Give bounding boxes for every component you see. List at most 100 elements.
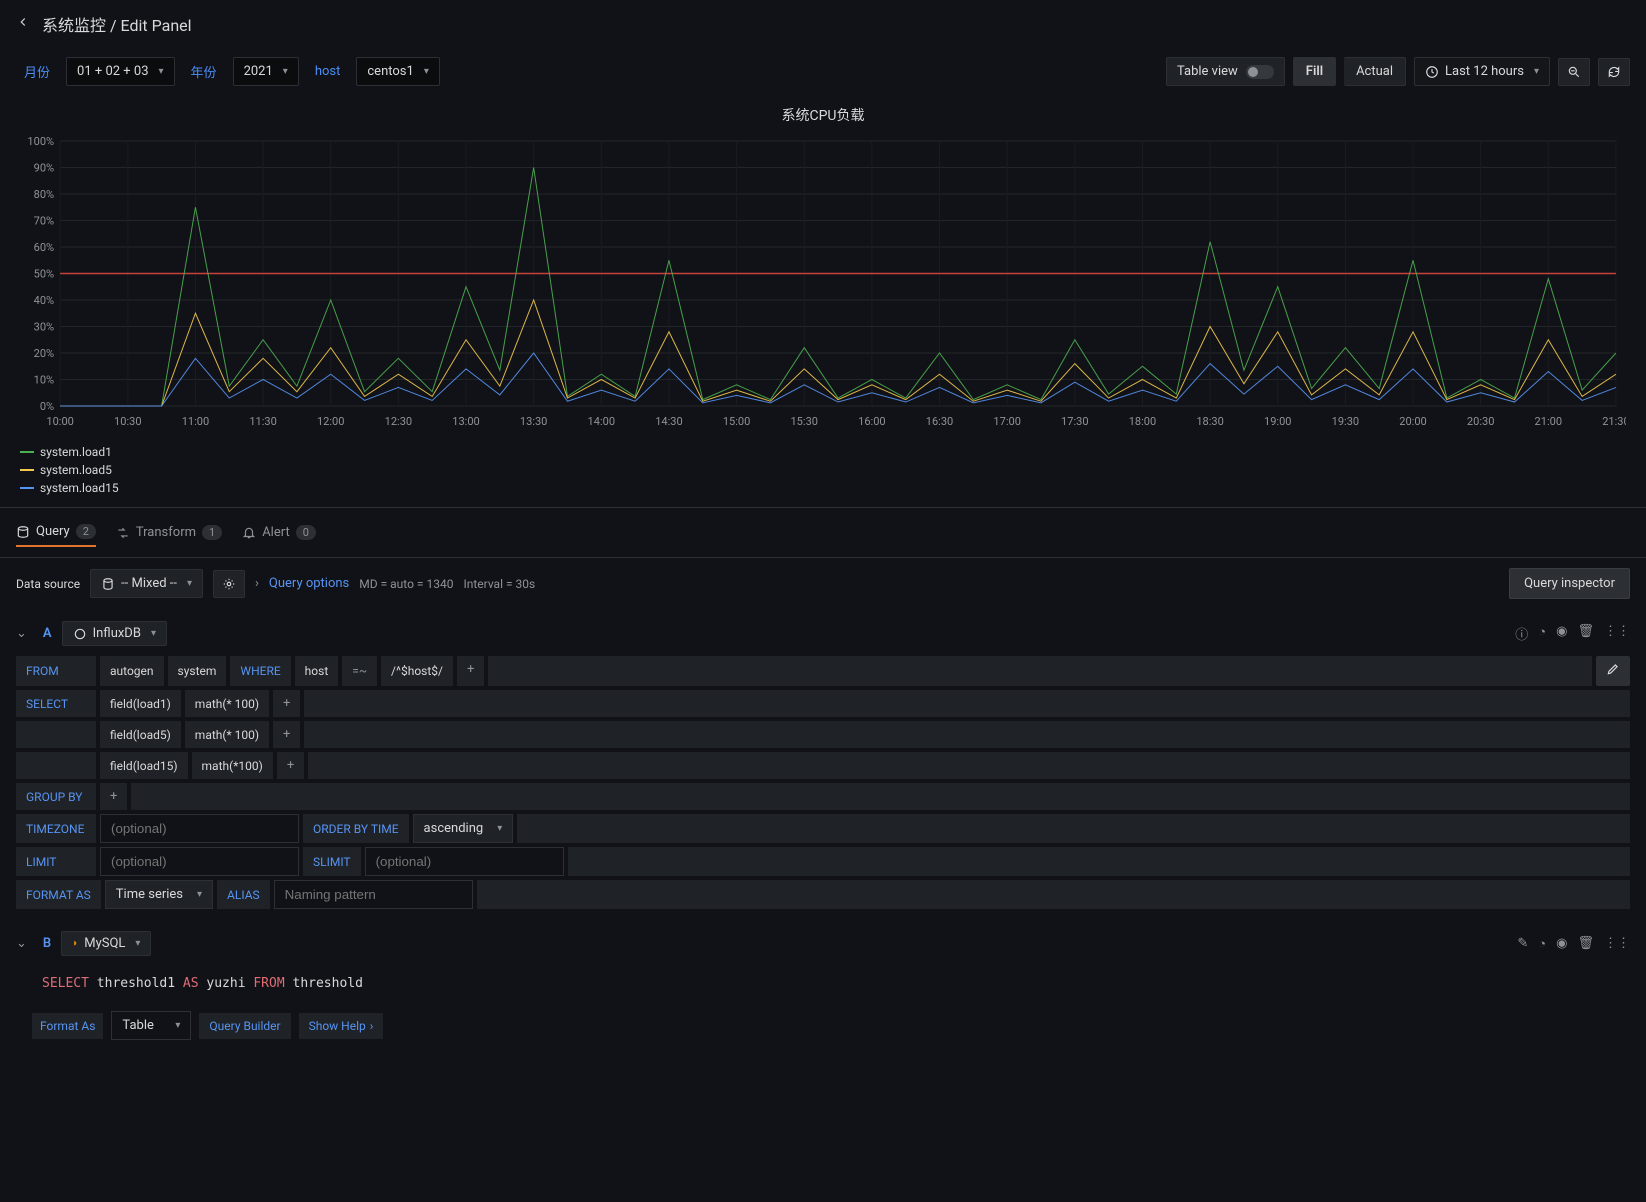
datasource-settings-button[interactable] bbox=[213, 570, 245, 598]
datasource-value: -- Mixed -- bbox=[121, 576, 177, 591]
where-segment[interactable]: /^$host$/ bbox=[381, 656, 453, 686]
svg-text:11:30: 11:30 bbox=[249, 415, 276, 428]
timezone-input[interactable] bbox=[100, 814, 299, 843]
collapse-toggle[interactable]: ⌄ bbox=[16, 936, 27, 951]
show-help-button[interactable]: Show Help › bbox=[299, 1013, 384, 1039]
select-segment[interactable]: math(* 100) bbox=[185, 690, 269, 717]
month-picker[interactable]: 01 + 02 + 03 ▾ bbox=[66, 57, 175, 86]
orderby-select[interactable]: ascending ▾ bbox=[413, 814, 514, 843]
from-segment[interactable]: system bbox=[168, 656, 227, 686]
eye-icon[interactable]: ◉ bbox=[1556, 936, 1567, 952]
chevron-down-icon: ▾ bbox=[175, 1020, 180, 1031]
alias-input[interactable] bbox=[274, 880, 473, 909]
clock-icon[interactable]: ◔ bbox=[1538, 936, 1546, 952]
query-a-datasource[interactable]: InfluxDB ▾ bbox=[62, 621, 167, 646]
back-arrow-icon[interactable] bbox=[16, 15, 30, 33]
sql-editor[interactable]: SELECT threshold1 AS yuzhi FROM threshol… bbox=[32, 966, 1614, 1001]
query-letter[interactable]: B bbox=[43, 936, 51, 951]
svg-text:19:30: 19:30 bbox=[1332, 415, 1359, 428]
zoom-out-button[interactable] bbox=[1558, 58, 1590, 86]
select-segment[interactable]: math(*100) bbox=[192, 752, 273, 779]
svg-text:11:00: 11:00 bbox=[182, 415, 209, 428]
panel-title: 系统CPU负载 bbox=[0, 95, 1646, 131]
select-segment[interactable]: field(load5) bbox=[100, 721, 181, 748]
breadcrumb[interactable]: 系统监控 / Edit Panel bbox=[42, 12, 192, 36]
clock-icon[interactable]: ◔ bbox=[1538, 624, 1546, 643]
trash-icon[interactable]: 🗑 bbox=[1577, 936, 1594, 952]
qb-select-row: field(load5) math(* 100) + bbox=[16, 721, 1630, 748]
select-segment[interactable]: field(load15) bbox=[100, 752, 188, 779]
month-label: 月份 bbox=[16, 56, 58, 87]
slimit-input[interactable] bbox=[365, 847, 564, 876]
where-segment[interactable]: host bbox=[295, 656, 339, 686]
help-icon[interactable]: ⓘ bbox=[1515, 624, 1528, 643]
svg-text:0%: 0% bbox=[40, 400, 54, 413]
svg-text:90%: 90% bbox=[34, 162, 54, 175]
from-segment[interactable]: autogen bbox=[100, 656, 164, 686]
datasource-picker[interactable]: -- Mixed -- ▾ bbox=[90, 569, 203, 598]
search-minus-icon bbox=[1567, 65, 1581, 79]
table-view-toggle[interactable]: Table view bbox=[1166, 57, 1285, 86]
add-segment-button[interactable]: + bbox=[273, 690, 300, 717]
gear-icon bbox=[222, 577, 236, 591]
add-segment-button[interactable]: + bbox=[457, 656, 484, 686]
drag-handle-icon[interactable]: ⋮⋮ bbox=[1604, 624, 1630, 643]
chevron-down-icon: ▾ bbox=[151, 628, 156, 639]
toggle-switch[interactable] bbox=[1246, 65, 1274, 79]
query-b-datasource[interactable]: ◗ MySQL ▾ bbox=[61, 931, 151, 956]
formatas-value: Time series bbox=[116, 887, 183, 902]
refresh-button[interactable] bbox=[1598, 58, 1630, 86]
svg-text:12:00: 12:00 bbox=[317, 415, 344, 428]
query-inspector-button[interactable]: Query inspector bbox=[1509, 568, 1630, 599]
year-picker[interactable]: 2021 ▾ bbox=[233, 57, 299, 86]
query-options-link[interactable]: Query options bbox=[269, 576, 349, 591]
chart-svg: 100%90%80%70%60%50%40%30%20%10%0%10:0010… bbox=[20, 131, 1626, 431]
drag-handle-icon[interactable]: ⋮⋮ bbox=[1604, 936, 1630, 952]
where-operator[interactable]: =~ bbox=[342, 656, 377, 686]
where-keyword: WHERE bbox=[230, 656, 290, 686]
legend-item[interactable]: system.load15 bbox=[20, 481, 1626, 495]
edit-raw-button[interactable] bbox=[1596, 656, 1630, 686]
time-range-picker[interactable]: Last 12 hours ▾ bbox=[1414, 57, 1550, 86]
legend-label: system.load1 bbox=[40, 445, 112, 459]
tab-query[interactable]: Query 2 bbox=[16, 518, 96, 547]
chevron-right-icon: › bbox=[370, 1019, 374, 1033]
limit-input[interactable] bbox=[100, 847, 299, 876]
host-picker[interactable]: centos1 ▾ bbox=[356, 57, 439, 86]
datasource-label: Data source bbox=[16, 577, 80, 591]
pencil-icon bbox=[1606, 662, 1620, 676]
groupby-keyword: GROUP BY bbox=[16, 783, 96, 810]
query-a-header: ⌄ A InfluxDB ▾ ⓘ ◔ ◉ 🗑 ⋮⋮ bbox=[16, 615, 1630, 652]
legend-item[interactable]: system.load1 bbox=[20, 445, 1626, 459]
format-as-select[interactable]: Table ▾ bbox=[111, 1011, 191, 1040]
pencil-icon[interactable]: ✎ bbox=[1517, 936, 1528, 952]
actual-button[interactable]: Actual bbox=[1344, 57, 1406, 86]
add-segment-button[interactable]: + bbox=[277, 752, 304, 779]
svg-text:80%: 80% bbox=[34, 188, 54, 201]
query-builder-button[interactable]: Query Builder bbox=[199, 1013, 290, 1039]
legend-item[interactable]: system.load5 bbox=[20, 463, 1626, 477]
chart-panel: 100%90%80%70%60%50%40%30%20%10%0%10:0010… bbox=[0, 131, 1646, 441]
tab-alert[interactable]: Alert 0 bbox=[242, 519, 316, 546]
tab-transform[interactable]: Transform 1 bbox=[116, 519, 222, 546]
query-letter[interactable]: A bbox=[43, 626, 52, 641]
legend-color bbox=[20, 487, 34, 489]
svg-text:13:30: 13:30 bbox=[520, 415, 547, 428]
fill-button[interactable]: Fill bbox=[1293, 57, 1336, 86]
svg-text:10%: 10% bbox=[34, 374, 54, 387]
select-segment[interactable]: math(* 100) bbox=[185, 721, 269, 748]
add-segment-button[interactable]: + bbox=[273, 721, 300, 748]
add-segment-button[interactable]: + bbox=[100, 783, 127, 810]
svg-text:15:30: 15:30 bbox=[790, 415, 817, 428]
formatas-select[interactable]: Time series ▾ bbox=[105, 880, 213, 909]
row-filler bbox=[308, 752, 1630, 779]
row-filler bbox=[517, 814, 1630, 843]
svg-text:100%: 100% bbox=[27, 135, 54, 148]
svg-text:40%: 40% bbox=[34, 294, 54, 307]
collapse-toggle[interactable]: ⌄ bbox=[16, 626, 27, 641]
select-segment[interactable]: field(load1) bbox=[100, 690, 181, 717]
eye-icon[interactable]: ◉ bbox=[1556, 624, 1567, 643]
show-help-label: Show Help bbox=[309, 1019, 366, 1033]
chevron-right-icon[interactable]: › bbox=[255, 576, 259, 591]
trash-icon[interactable]: 🗑 bbox=[1577, 624, 1594, 643]
